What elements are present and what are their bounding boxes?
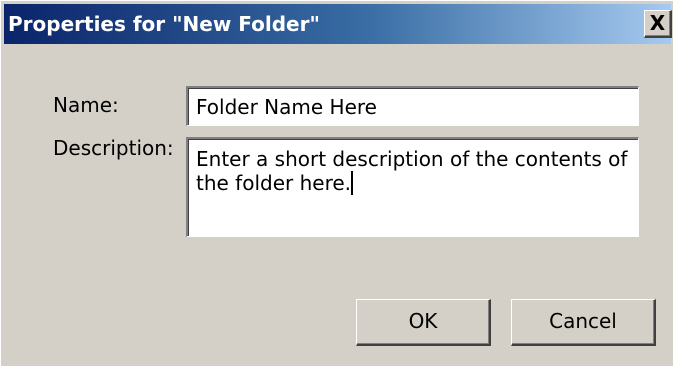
text-caret xyxy=(351,171,354,195)
name-input[interactable]: Folder Name Here xyxy=(186,86,639,126)
close-button[interactable]: X xyxy=(644,10,672,38)
name-input-value: Folder Name Here xyxy=(196,95,377,119)
ok-button-label: OK xyxy=(408,309,438,333)
name-label: Name: xyxy=(53,93,119,117)
ok-button[interactable]: OK xyxy=(356,299,491,346)
dialog-title: Properties for "New Folder" xyxy=(8,12,320,36)
properties-dialog: Properties for "New Folder" X Name: Fold… xyxy=(0,0,673,366)
cancel-button-label: Cancel xyxy=(549,309,617,333)
description-textarea-value: Enter a short description of the content… xyxy=(196,147,628,195)
title-bar[interactable]: Properties for "New Folder" X xyxy=(4,4,672,44)
cancel-button[interactable]: Cancel xyxy=(511,299,656,346)
description-textarea[interactable]: Enter a short description of the content… xyxy=(186,137,639,237)
description-label: Description: xyxy=(53,136,174,160)
close-icon: X xyxy=(649,11,666,35)
